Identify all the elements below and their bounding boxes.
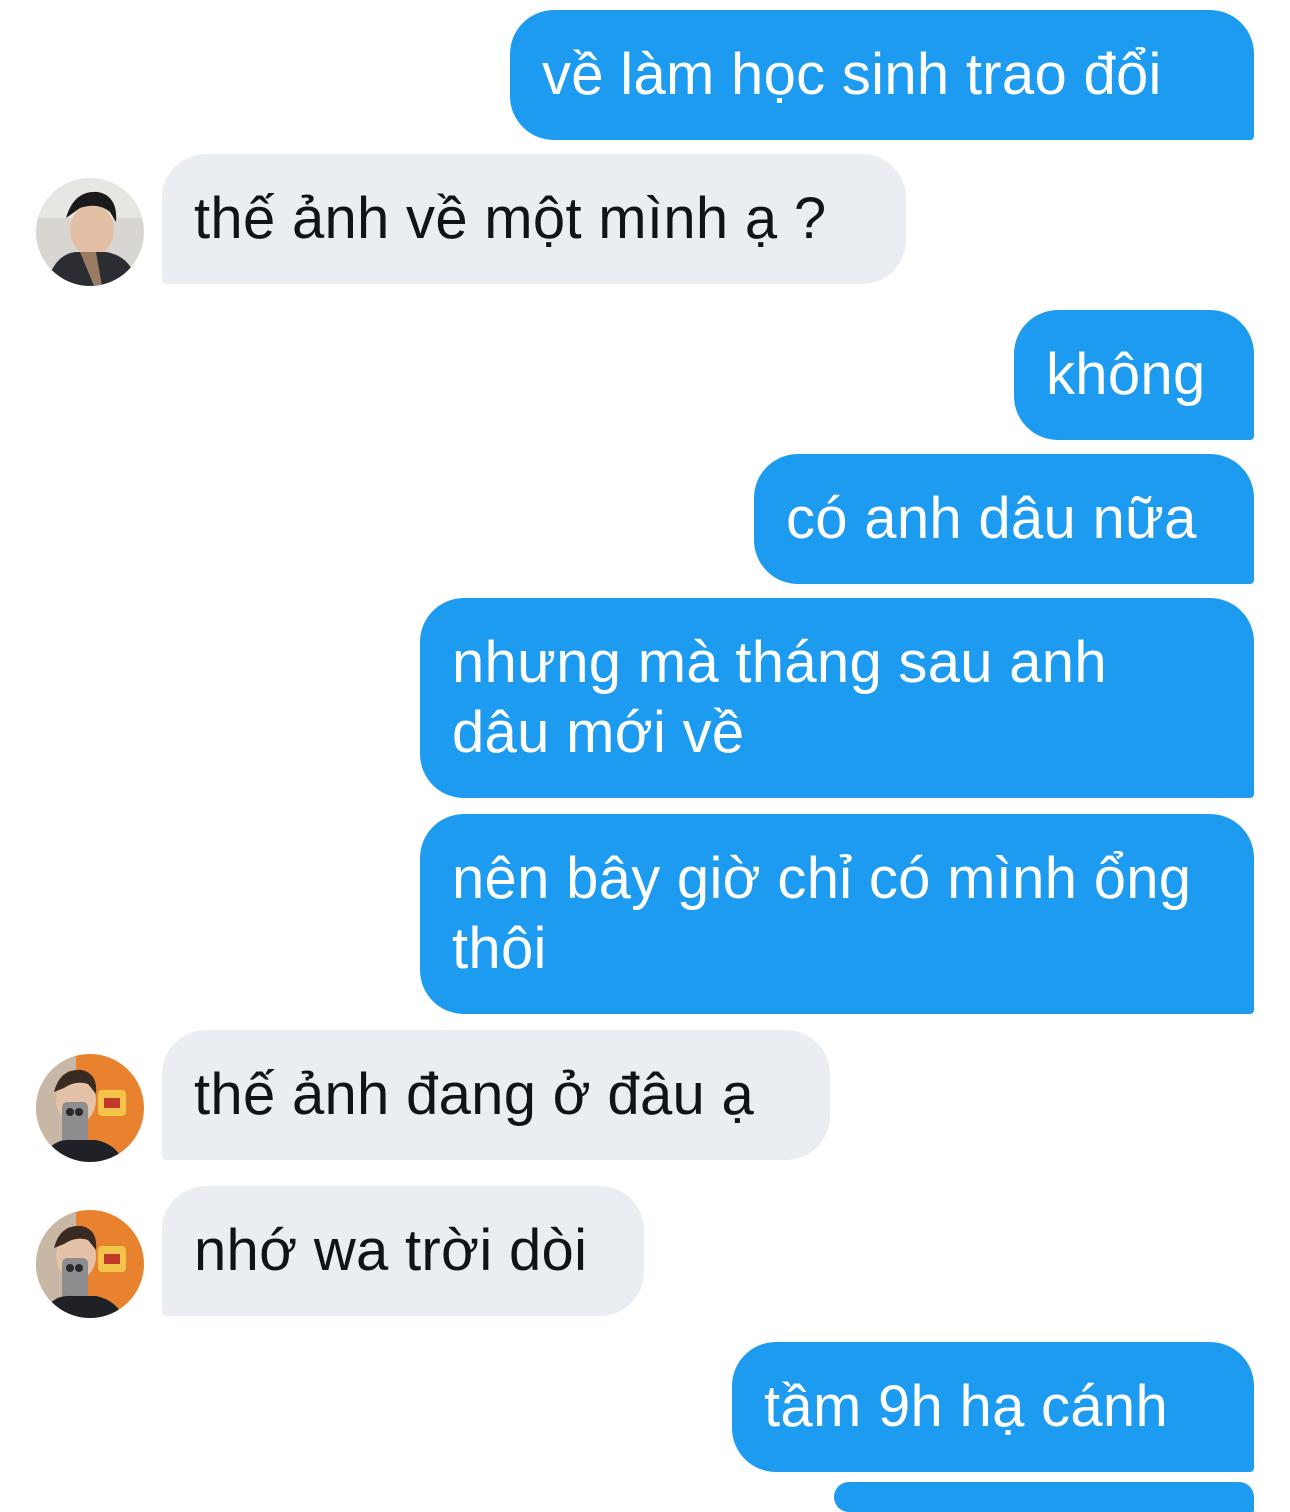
message-text: nên bây giờ chỉ có mình ổng thôi — [452, 846, 1192, 981]
avatar-photo — [36, 1054, 144, 1162]
outgoing-message-partial[interactable] — [834, 1482, 1254, 1512]
message-text: nhưng mà tháng sau anh dâu mới về — [452, 630, 1107, 765]
incoming-message[interactable]: thế ảnh về một mình ạ ? — [162, 154, 906, 284]
message-thread[interactable]: về làm học sinh trao đổi thế ảnh về một … — [0, 0, 1290, 1512]
message-text: tầm 9h hạ cánh — [764, 1374, 1169, 1439]
outgoing-message[interactable]: tầm 9h hạ cánh — [732, 1342, 1254, 1472]
message-text: không — [1046, 342, 1206, 407]
contact-avatar[interactable] — [36, 1054, 144, 1162]
incoming-message[interactable]: thế ảnh đang ở đâu ạ — [162, 1030, 830, 1160]
message-text: có anh dâu nữa — [786, 486, 1197, 551]
avatar-photo — [36, 1210, 144, 1318]
contact-avatar[interactable] — [36, 1210, 144, 1318]
outgoing-message[interactable]: nên bây giờ chỉ có mình ổng thôi — [420, 814, 1254, 1014]
incoming-message[interactable]: nhớ wa trời dòi — [162, 1186, 644, 1316]
outgoing-message[interactable]: không — [1014, 310, 1254, 440]
avatar-photo — [36, 178, 144, 286]
message-text: thế ảnh về một mình ạ ? — [194, 186, 827, 251]
outgoing-message[interactable]: về làm học sinh trao đổi — [510, 10, 1254, 140]
message-text: về làm học sinh trao đổi — [542, 42, 1162, 107]
contact-avatar[interactable] — [36, 178, 144, 286]
outgoing-message[interactable]: nhưng mà tháng sau anh dâu mới về — [420, 598, 1254, 798]
outgoing-message[interactable]: có anh dâu nữa — [754, 454, 1254, 584]
message-text: nhớ wa trời dòi — [194, 1218, 588, 1283]
message-text: thế ảnh đang ở đâu ạ — [194, 1062, 755, 1127]
